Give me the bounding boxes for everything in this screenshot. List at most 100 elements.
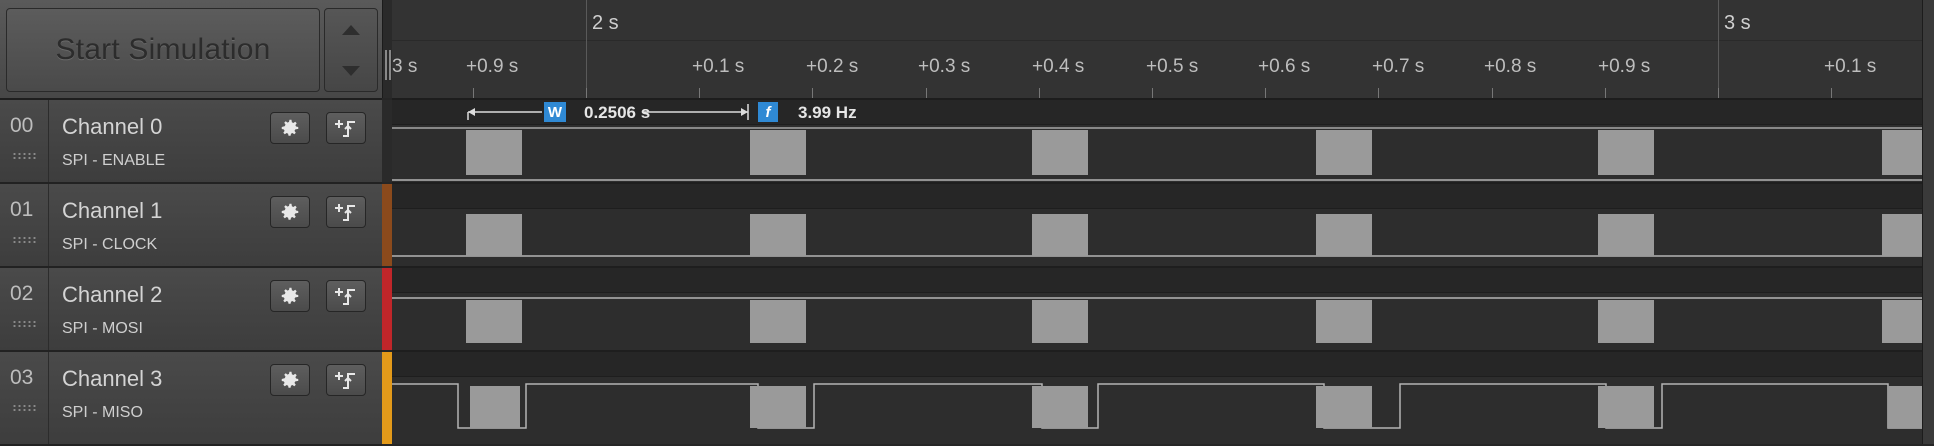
minor-tick bbox=[812, 88, 813, 98]
minor-tick bbox=[473, 88, 474, 98]
channel-analyzer-label: SPI - MOSI bbox=[62, 320, 143, 337]
pulse-block bbox=[750, 386, 806, 428]
pulse-block bbox=[1882, 300, 1922, 343]
minor-time-label: 3 s bbox=[392, 56, 418, 77]
vertical-scrollbar[interactable] bbox=[1922, 0, 1934, 444]
pulse-block bbox=[1032, 214, 1088, 256]
pulse-block bbox=[466, 300, 522, 343]
trigger-edge-icon bbox=[335, 204, 355, 221]
channel-number: 03 bbox=[10, 366, 34, 389]
pulse-block bbox=[466, 214, 522, 256]
pulse-block bbox=[1882, 214, 1922, 256]
start-simulation-button[interactable]: Start Simulation bbox=[6, 8, 320, 92]
channel-row-3[interactable]: 03 Channel 3 SPI - MISO bbox=[0, 352, 382, 446]
minor-time-label: +0.9 s bbox=[1598, 56, 1651, 77]
stepper-down-button[interactable] bbox=[325, 50, 377, 91]
pulse-block bbox=[470, 386, 520, 428]
pulse-block bbox=[1316, 386, 1372, 428]
channel-handle[interactable]: 01 bbox=[0, 184, 49, 266]
channel-settings-button[interactable] bbox=[270, 196, 310, 228]
channel-number: 00 bbox=[10, 114, 34, 137]
minor-tick bbox=[1718, 88, 1719, 98]
channel-lane-1[interactable] bbox=[392, 184, 1922, 268]
channel-trigger-button[interactable] bbox=[326, 364, 366, 396]
chevron-up-icon bbox=[342, 24, 360, 35]
waveform-area[interactable]: 2 s 3 s 3 s +0.9 s +0.1 s +0.2 s +0.3 s … bbox=[392, 0, 1934, 444]
minor-time-label: +0.9 s bbox=[466, 56, 519, 77]
pulse-block bbox=[750, 300, 806, 343]
drag-grip-icon[interactable] bbox=[12, 404, 38, 412]
channel-handle[interactable]: 00 bbox=[0, 100, 49, 182]
minor-time-label: +0.5 s bbox=[1146, 56, 1199, 77]
pulse-block bbox=[750, 214, 806, 256]
major-time-label: 2 s bbox=[592, 12, 619, 34]
pulse-block bbox=[1598, 130, 1654, 175]
minor-tick bbox=[1378, 88, 1379, 98]
channel-name[interactable]: Channel 0 bbox=[62, 114, 162, 140]
channel-name[interactable]: Channel 1 bbox=[62, 198, 162, 224]
pulse-block bbox=[1316, 130, 1372, 175]
grip-line bbox=[385, 50, 387, 80]
minor-tick bbox=[586, 88, 587, 98]
pulse-block bbox=[1598, 214, 1654, 256]
channel-color-bar bbox=[382, 184, 392, 266]
channel-analyzer-label: SPI - CLOCK bbox=[62, 236, 158, 253]
minor-tick bbox=[1492, 88, 1493, 98]
pulse-block bbox=[1032, 300, 1088, 343]
minor-tick bbox=[926, 88, 927, 98]
pulse-block bbox=[1882, 130, 1922, 175]
minor-tick bbox=[1265, 88, 1266, 98]
channel-row-0[interactable]: 00 Channel 0 SPI - ENABLE bbox=[0, 100, 382, 184]
minor-tick bbox=[1152, 88, 1153, 98]
chevron-down-icon bbox=[342, 65, 360, 76]
channel-lane-2[interactable] bbox=[392, 268, 1922, 352]
pulse-block bbox=[1032, 386, 1088, 428]
channel-settings-button[interactable] bbox=[270, 280, 310, 312]
gear-icon bbox=[281, 371, 299, 388]
channel-trigger-button[interactable] bbox=[326, 280, 366, 312]
channel-analyzer-label: SPI - ENABLE bbox=[62, 152, 166, 169]
channel-number: 02 bbox=[10, 282, 34, 305]
channel-handle[interactable]: 02 bbox=[0, 268, 49, 350]
channel-row-2[interactable]: 02 Channel 2 SPI - MOSI bbox=[0, 268, 382, 352]
time-ruler[interactable]: 2 s 3 s 3 s +0.9 s +0.1 s +0.2 s +0.3 s … bbox=[392, 0, 1934, 100]
pulse-block bbox=[1316, 214, 1372, 256]
minor-tick bbox=[699, 88, 700, 98]
minor-time-label: +0.2 s bbox=[806, 56, 859, 77]
gear-icon bbox=[281, 119, 299, 136]
channel-panel: Start Simulation 00 Channel 0 SPI - ENAB… bbox=[0, 0, 382, 446]
channel-handle[interactable]: 03 bbox=[0, 352, 49, 444]
drag-grip-icon[interactable] bbox=[12, 152, 38, 160]
channel-color-bar bbox=[382, 100, 392, 182]
pulse-block bbox=[1032, 130, 1088, 175]
channel-trigger-button[interactable] bbox=[326, 196, 366, 228]
drag-grip-icon[interactable] bbox=[12, 236, 38, 244]
waveform-trace bbox=[392, 127, 1922, 181]
channel-settings-button[interactable] bbox=[270, 364, 310, 396]
minor-time-label: +0.1 s bbox=[1824, 56, 1877, 77]
waveform-trace bbox=[392, 214, 1922, 257]
channel-name[interactable]: Channel 2 bbox=[62, 282, 162, 308]
minor-tick bbox=[1039, 88, 1040, 98]
pulse-block bbox=[1598, 300, 1654, 343]
channel-trigger-button[interactable] bbox=[326, 112, 366, 144]
minor-time-label: +0.1 s bbox=[692, 56, 745, 77]
minor-tick bbox=[1605, 88, 1606, 98]
pulse-block bbox=[1598, 386, 1654, 428]
channel-lane-0[interactable]: W 0.2506 s f 3.99 Hz bbox=[392, 100, 1922, 184]
channel-row-1[interactable]: 01 Channel 1 SPI - CLOCK bbox=[0, 184, 382, 268]
major-time-label: 3 s bbox=[1724, 12, 1751, 34]
channel-lane-3[interactable] bbox=[392, 352, 1922, 444]
channel-settings-button[interactable] bbox=[270, 112, 310, 144]
waveform-trace bbox=[392, 383, 1922, 429]
major-tick bbox=[1718, 0, 1719, 98]
minor-time-label: +0.8 s bbox=[1484, 56, 1537, 77]
channel-color-bar bbox=[382, 268, 392, 350]
trigger-edge-icon bbox=[335, 120, 355, 137]
channel-name[interactable]: Channel 3 bbox=[62, 366, 162, 392]
channel-analyzer-label: SPI - MISO bbox=[62, 404, 143, 421]
pulse-block bbox=[1888, 386, 1922, 428]
stepper-up-button[interactable] bbox=[325, 9, 377, 50]
simulation-stepper[interactable] bbox=[324, 8, 378, 92]
drag-grip-icon[interactable] bbox=[12, 320, 38, 328]
